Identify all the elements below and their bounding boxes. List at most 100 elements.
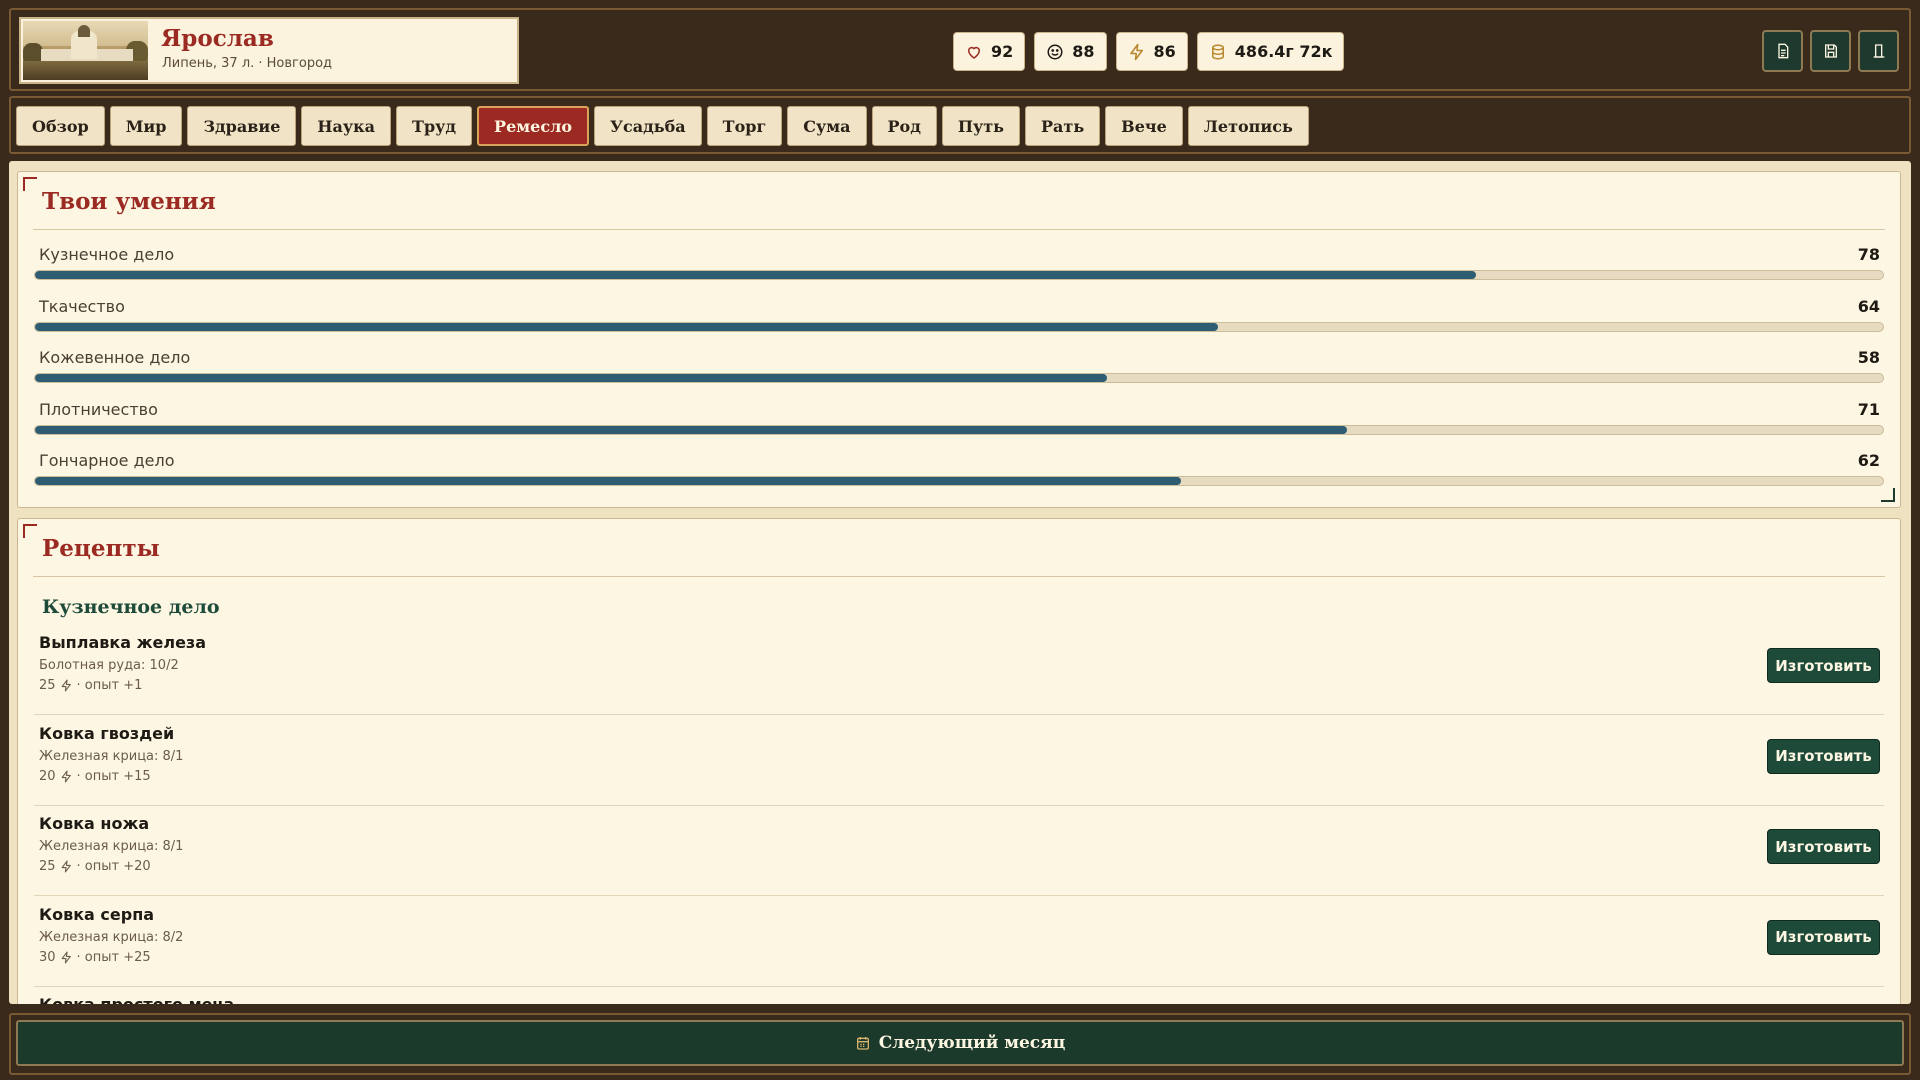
- skill-name: Ткачество: [39, 296, 125, 316]
- save-button[interactable]: [1810, 30, 1851, 72]
- stats-bar: 92 88 86 486.4г 72к: [953, 32, 1345, 71]
- tab-12[interactable]: Вече: [1105, 106, 1183, 146]
- craft-button[interactable]: Изготовить: [1767, 919, 1880, 955]
- skill-value: 78: [1857, 245, 1880, 264]
- tab-11[interactable]: Рать: [1025, 106, 1101, 146]
- recipe-name: Ковка простого меча: [39, 995, 234, 1004]
- tabs-list: Обзор Мир Здравие Наука Труд Ремесло Усадьба То…: [16, 106, 1309, 146]
- bottom-bar: Следующий месяц: [9, 1013, 1911, 1075]
- skills-panel-title: Твои умения: [42, 188, 216, 215]
- next-month-button[interactable]: Следующий месяц: [16, 1020, 1904, 1066]
- recipe-xp: · опыт +25: [76, 949, 151, 965]
- skill-name: Кузнечное дело: [39, 245, 175, 264]
- recipe-cost: 25 · опыт +20: [39, 859, 151, 874]
- tab-bar: Обзор Мир Здравие Наука Труд Ремесло Усадьба То…: [9, 96, 1911, 154]
- mood-stat: 88: [1034, 32, 1107, 71]
- recipe-category-title: Кузнечное дело: [42, 596, 220, 618]
- panel-corner-ornament: [23, 177, 37, 191]
- recipe-cost: 20 · опыт +15: [39, 769, 151, 784]
- skill-value: 62: [1857, 451, 1880, 470]
- tab-10[interactable]: Путь: [941, 106, 1020, 146]
- lightning-icon: [61, 770, 71, 782]
- skill-progress-bar: [34, 373, 1884, 383]
- lightning-icon: [61, 679, 71, 692]
- tab-4[interactable]: Труд: [396, 106, 473, 146]
- recipe-energy: 20: [39, 768, 56, 784]
- lightning-icon: [61, 951, 71, 963]
- recipe-energy: 25: [39, 678, 56, 693]
- skill-progress-fill: [35, 425, 1348, 434]
- calendar-icon: [856, 1037, 869, 1050]
- recipe-xp: · опыт +1: [76, 678, 143, 693]
- character-card[interactable]: Ярослав Липень, 37 л. · Новгород: [19, 17, 519, 84]
- skill-row: Гончарное дело 62: [34, 451, 1884, 501]
- main-content[interactable]: Твои умения Кузнечное дело 78 Ткачество 64 К…: [9, 161, 1911, 1004]
- craft-button[interactable]: Изготовить: [1767, 738, 1880, 774]
- lightning-icon: [1129, 43, 1143, 60]
- tab-2[interactable]: Здравие: [187, 106, 297, 146]
- recipe-xp: · опыт +20: [76, 859, 151, 874]
- skill-progress-fill: [35, 477, 1181, 485]
- skill-value: 58: [1857, 348, 1880, 367]
- skills-panel: Твои умения Кузнечное дело 78 Ткачество 64 К…: [17, 171, 1901, 508]
- skill-progress-bar: [34, 424, 1884, 435]
- skill-progress-bar: [34, 270, 1884, 280]
- save-icon: [1824, 44, 1837, 58]
- tab-8[interactable]: Сума: [787, 106, 867, 146]
- next-month-label: Следующий месяц: [878, 1033, 1066, 1053]
- craft-button[interactable]: Изготовить: [1767, 648, 1880, 683]
- recipe-row: Выплавка железа Болотная руда: 10/2 25 · оп…: [34, 624, 1884, 715]
- recipe-materials: Железная крица: 8/1: [39, 748, 184, 764]
- recipe-cost: 30 · опыт +25: [39, 950, 151, 965]
- skill-progress-fill: [35, 271, 1477, 279]
- recipe-name: Ковка серпа: [39, 904, 155, 924]
- tab-6[interactable]: Усадьба: [594, 106, 702, 146]
- recipe-xp: · опыт +15: [76, 768, 151, 784]
- coins-icon: [1211, 44, 1224, 60]
- recipe-row: Ковка серпа Железная крица: 8/2 30 · опыт +…: [34, 896, 1884, 987]
- skill-name: Кожевенное дело: [39, 348, 191, 367]
- recipes-panel: Рецепты Кузнечное дело Выплавка железа Бо…: [17, 518, 1901, 1004]
- recipe-row: Ковка простого меча: [34, 986, 1884, 1004]
- tab-5[interactable]: Ремесло: [477, 106, 590, 146]
- skill-progress-bar: [34, 476, 1884, 486]
- document-icon: [1777, 43, 1788, 59]
- divider: [33, 576, 1885, 577]
- health-stat: 92: [953, 32, 1026, 71]
- divider: [33, 229, 1885, 230]
- recipe-energy: 25: [39, 859, 56, 874]
- top-bar: Ярослав Липень, 37 л. · Новгород 92 88 8…: [9, 8, 1911, 91]
- journal-button[interactable]: [1762, 30, 1803, 72]
- tab-9[interactable]: Род: [871, 106, 937, 146]
- skill-row: Плотничество 71: [34, 400, 1884, 450]
- skill-progress-fill: [35, 322, 1218, 331]
- heart-icon: [968, 46, 980, 59]
- craft-button[interactable]: Изготовить: [1767, 829, 1880, 864]
- recipe-name: Ковка ножа: [39, 814, 150, 833]
- tab-13[interactable]: Летопись: [1187, 106, 1309, 146]
- smile-icon: [1047, 44, 1063, 59]
- skill-progress-fill: [35, 374, 1107, 382]
- character-subtitle: Липень, 37 л. · Новгород: [162, 56, 333, 71]
- energy-value: 86: [1153, 42, 1176, 61]
- lightning-icon: [61, 860, 71, 873]
- skill-name: Гончарное дело: [39, 451, 175, 470]
- skill-value: 71: [1857, 399, 1880, 419]
- recipe-materials: Железная крица: 8/2: [39, 929, 184, 945]
- tab-7[interactable]: Торг: [706, 106, 783, 146]
- energy-stat: 86: [1115, 32, 1188, 71]
- tab-0[interactable]: Обзор: [16, 106, 105, 146]
- tab-3[interactable]: Наука: [301, 106, 392, 146]
- health-value: 92: [991, 42, 1014, 61]
- money-value: 486.4г 72к: [1234, 42, 1333, 61]
- skill-value: 64: [1857, 296, 1880, 316]
- mood-value: 88: [1072, 42, 1095, 61]
- character-portrait: [23, 21, 148, 80]
- library-button[interactable]: [1858, 30, 1899, 72]
- skill-row: Кожевенное дело 58: [34, 348, 1884, 398]
- recipe-materials: Болотная руда: 10/2: [39, 658, 179, 673]
- skill-row: Ткачество 64: [34, 297, 1884, 347]
- tab-1[interactable]: Мир: [109, 106, 183, 146]
- recipe-materials: Железная крица: 8/1: [39, 839, 184, 854]
- money-stat: 486.4г 72к: [1196, 32, 1345, 71]
